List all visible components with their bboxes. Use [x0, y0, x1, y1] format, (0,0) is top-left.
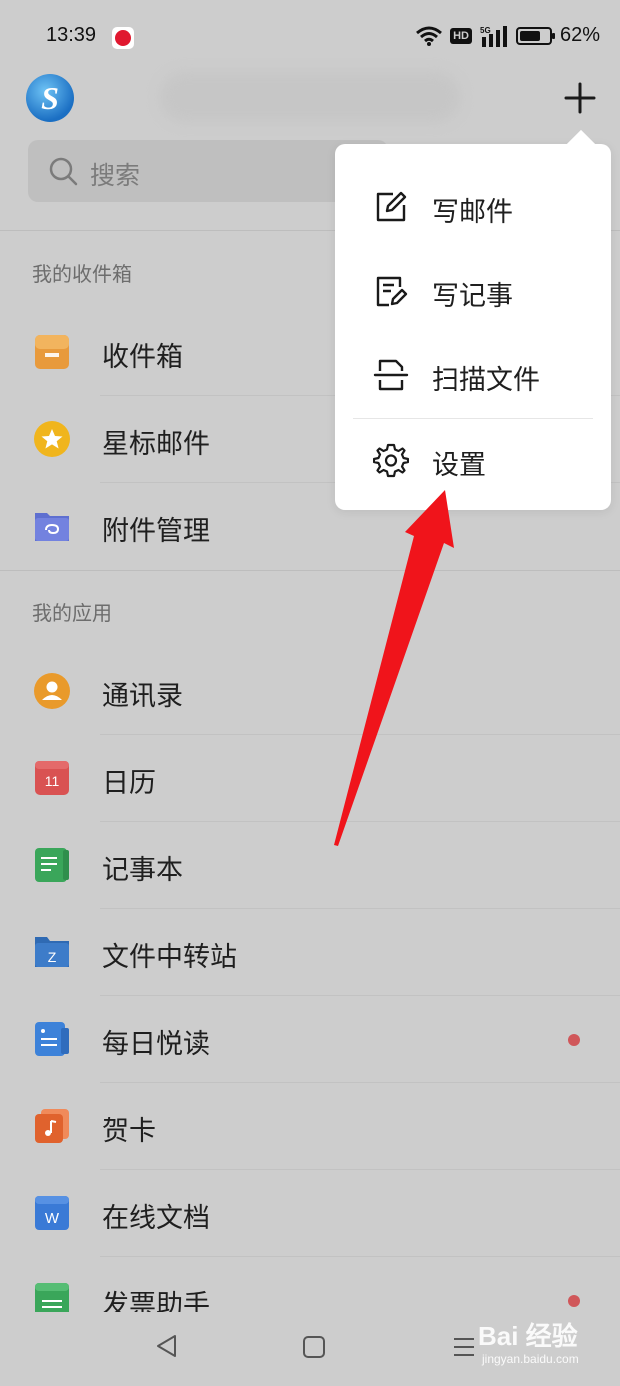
app-item-label: 在线文档 [102, 1203, 210, 1234]
calendar-icon: 11 [35, 761, 69, 795]
unread-badge [568, 1034, 580, 1046]
divider [0, 570, 620, 571]
inbox-tray-icon [35, 335, 69, 369]
status-icons: HD 5G 62% [416, 24, 600, 47]
file-transfer-letter: Z [48, 949, 57, 965]
add-popup-menu: 写邮件 写记事 扫描文件 设置 [335, 144, 611, 510]
plus-icon [564, 82, 596, 114]
app-item-label: 贺卡 [102, 1116, 156, 1147]
app-item-label: 文件中转站 [102, 942, 237, 973]
app-item-label: 每日悦读 [102, 1029, 210, 1060]
compose-mail-icon [376, 191, 407, 222]
screen-record-icon [112, 27, 134, 49]
wifi-icon [416, 26, 443, 46]
calendar-day: 11 [45, 773, 60, 789]
contacts-icon [34, 673, 70, 709]
app-item-file-transfer[interactable]: Z 文件中转站 [0, 909, 620, 996]
battery-percent: 62% [559, 24, 600, 46]
app-item-notebook[interactable]: 记事本 [0, 822, 620, 909]
recents-nav-icon[interactable] [452, 1336, 476, 1358]
app-logo[interactable]: S [26, 74, 74, 122]
app-item-greeting-card[interactable]: 贺卡 [0, 1083, 620, 1170]
attachment-folder-icon [35, 513, 69, 541]
daily-reading-icon [35, 1022, 69, 1056]
add-button[interactable] [556, 72, 604, 122]
logo-letter: S [41, 80, 59, 116]
menu-item-scan-document[interactable]: 扫描文件 [335, 333, 611, 417]
file-transfer-icon: Z [35, 937, 69, 967]
gear-icon [373, 443, 409, 478]
watermark-url: jingyan.baidu.com [482, 1352, 579, 1366]
network-label: 5G [480, 26, 491, 35]
section-title-mailbox: 我的收件箱 [32, 262, 132, 286]
watermark: Bai 经验 jingyan.baidu.com [478, 1316, 608, 1374]
greeting-card-icon [35, 1109, 69, 1143]
scan-document-icon [373, 359, 409, 391]
app-item-online-docs[interactable]: W 在线文档 [0, 1170, 620, 1257]
app-item-calendar[interactable]: 11 日历 [0, 735, 620, 822]
section-title-apps: 我的应用 [32, 601, 112, 625]
mailbox-item-label: 星标邮件 [102, 429, 210, 460]
home-nav-icon[interactable] [303, 1336, 325, 1358]
online-docs-icon: W [35, 1196, 69, 1230]
app-item-label: 通讯录 [102, 681, 183, 712]
signal-icon: 5G [480, 25, 507, 47]
menu-item-label: 写邮件 [432, 197, 513, 228]
status-bar: 13:39 HD 5G 62% [0, 0, 620, 76]
star-icon [34, 421, 70, 457]
menu-item-settings[interactable]: 设置 [335, 418, 611, 502]
menu-item-label: 写记事 [432, 281, 513, 312]
mailbox-item-label: 收件箱 [102, 342, 183, 373]
search-input[interactable]: 搜索 [28, 140, 388, 202]
app-item-daily-reading[interactable]: 每日悦读 [0, 996, 620, 1083]
search-icon [49, 157, 78, 186]
mailbox-item-label: 附件管理 [102, 516, 210, 547]
app-item-contacts[interactable]: 通讯录 [0, 648, 620, 735]
app-item-label: 日历 [102, 768, 156, 799]
write-note-icon [376, 276, 408, 307]
status-time: 13:39 [46, 24, 97, 46]
hd-badge: HD [450, 27, 472, 44]
battery-icon [515, 26, 555, 45]
menu-item-compose-mail[interactable]: 写邮件 [335, 165, 611, 249]
menu-item-label: 扫描文件 [432, 365, 540, 396]
back-nav-icon[interactable] [155, 1334, 177, 1358]
unread-badge [568, 1295, 580, 1307]
watermark-logo: Bai 经验 [478, 1321, 578, 1351]
notebook-icon [35, 848, 69, 882]
menu-item-write-note[interactable]: 写记事 [335, 249, 611, 333]
menu-item-label: 设置 [432, 450, 486, 481]
online-docs-letter: W [45, 1210, 60, 1227]
search-placeholder: 搜索 [90, 161, 141, 190]
account-name-blurred[interactable] [160, 72, 460, 122]
app-item-label: 记事本 [102, 855, 183, 886]
